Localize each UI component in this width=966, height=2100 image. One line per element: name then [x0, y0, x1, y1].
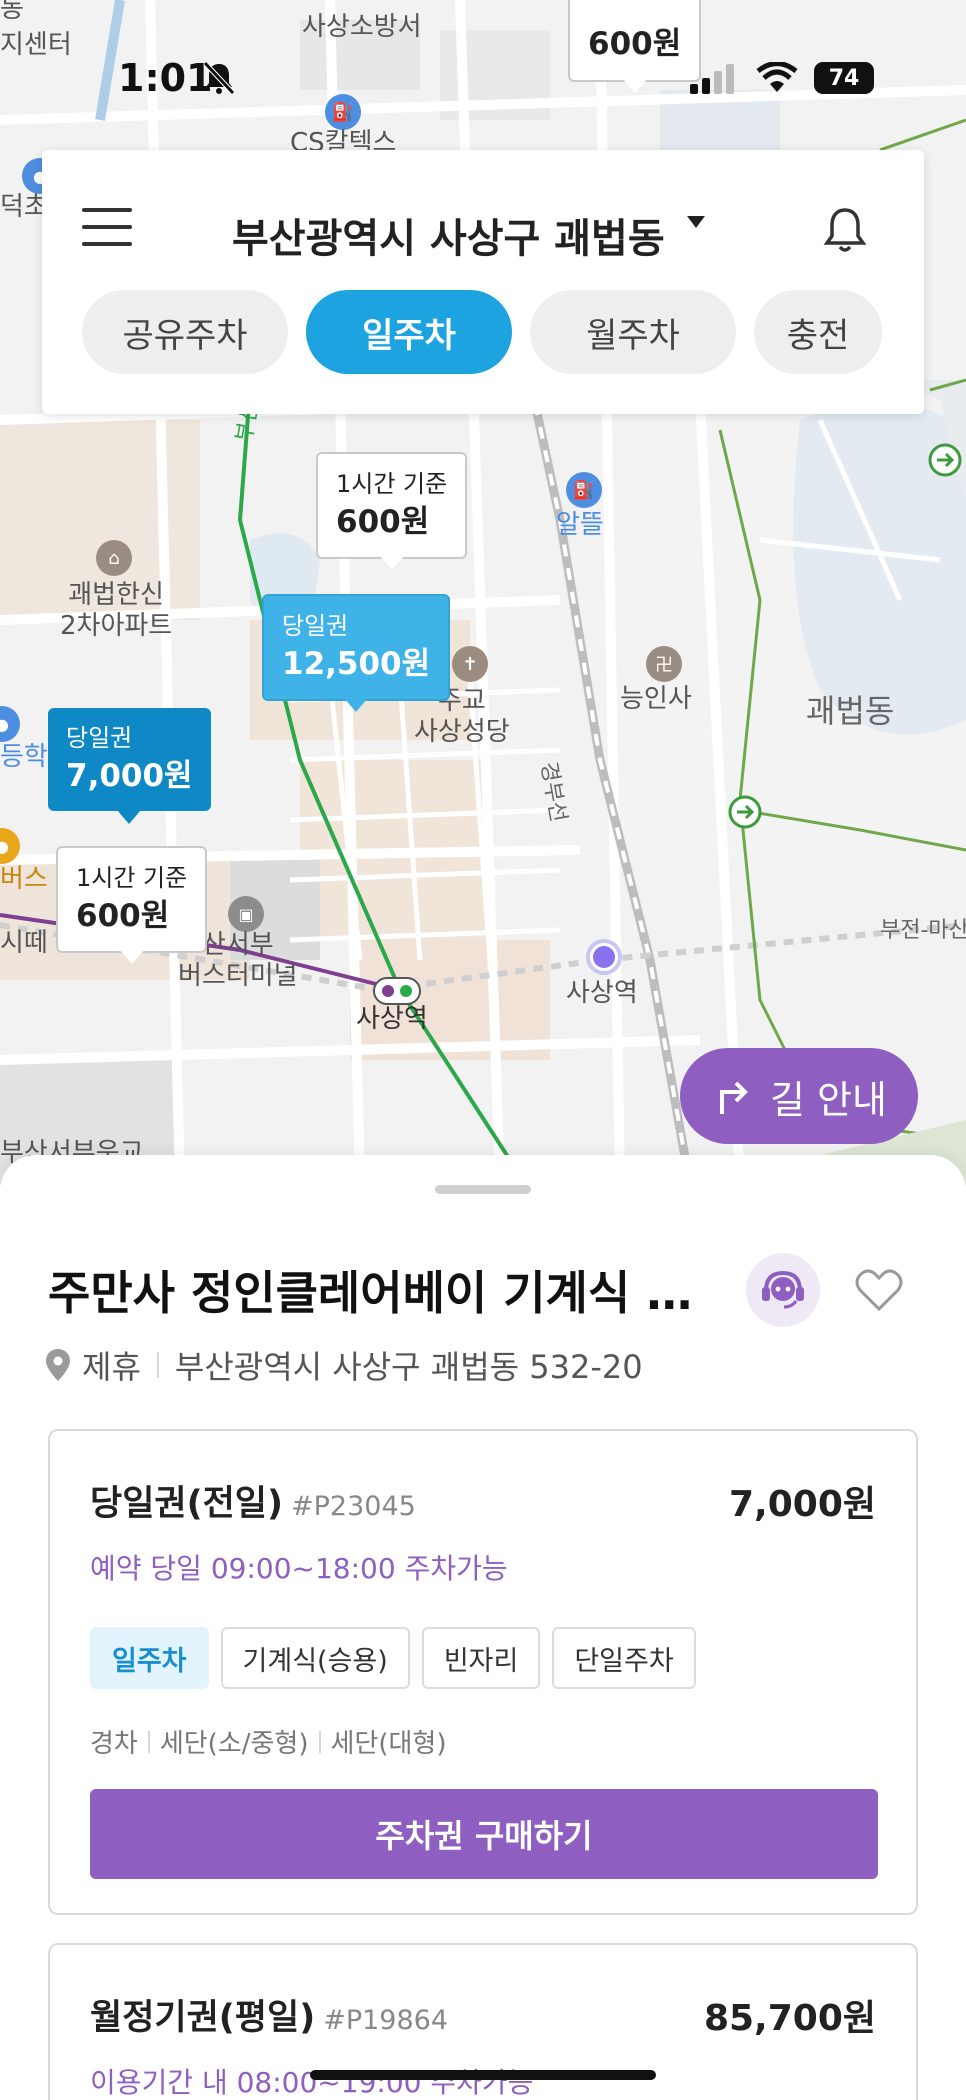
chevron-down-icon[interactable]: [687, 216, 705, 228]
map-label: 괘법한신 2차아파트: [60, 580, 173, 642]
cellular-signal-icon: [690, 64, 734, 94]
price-marker-label: 1시간 기준: [76, 864, 188, 892]
ticket-title: 당일권(전일): [90, 1484, 283, 1524]
map-view[interactable]: 동 지센터 사상소방서 ⛽ CS칼텍스 ● 덕초 부산2호선 ⌂ 괘법한신 2차…: [0, 0, 966, 1185]
lot-address: 부산광역시 사상구 괘법동 532-20: [174, 1348, 643, 1386]
map-label: 알뜰: [556, 510, 604, 540]
ticket-tag: 단일주차: [552, 1627, 696, 1689]
price-marker-price: 600원: [336, 503, 430, 540]
price-marker-price: 12,500원: [282, 645, 431, 682]
map-label: 괘법동: [806, 692, 895, 730]
header-card: 부산광역시 사상구 괘법동 공유주차 일주차 월주차 충전: [42, 150, 924, 414]
ticket-code: #P19864: [323, 2005, 448, 2036]
wifi-icon: [756, 62, 798, 92]
menu-button[interactable]: [82, 208, 138, 252]
car-type: 경차: [90, 1729, 138, 1759]
hamburger-icon: [82, 208, 132, 212]
battery-level: 74: [828, 65, 860, 91]
car-types: 경차 세단(소/중형) 세단(대형): [90, 1723, 446, 1760]
car-type: 세단(대형): [330, 1729, 447, 1759]
status-time: 1:01: [118, 56, 213, 100]
directions-label: 길 안내: [770, 1077, 887, 1122]
sheet-drag-handle[interactable]: [435, 1185, 531, 1194]
turn-right-arrow-icon: [720, 1081, 748, 1114]
bell-muted-icon: [203, 61, 235, 95]
map-label: 사상역: [356, 1004, 428, 1034]
ticket-price: 7,000원: [729, 1484, 876, 1525]
map-label: 동: [0, 0, 24, 24]
parking-lot-sheet: 주만사 정인클레어베이 기계식 주차장 제휴 부산광역시 사상구 괘법동 532…: [0, 1155, 966, 2100]
church-icon: ✝: [452, 646, 488, 682]
ticket-name: 월정기권(평일) #P19864: [90, 1989, 448, 2040]
temple-icon: 卍: [646, 646, 682, 682]
ticket-tag: 빈자리: [421, 1627, 541, 1689]
buy-ticket-button[interactable]: 주차권 구매하기: [90, 1789, 878, 1879]
map-label: 덕초: [0, 192, 48, 222]
price-marker-price: 600원: [76, 897, 170, 934]
price-marker-price: 7,000원: [66, 757, 193, 794]
price-marker[interactable]: 당일권 12,500원: [262, 594, 451, 713]
tab-monthly-parking[interactable]: 월주차: [530, 290, 736, 374]
lot-info-row: 제휴 부산광역시 사상구 괘법동 532-20: [46, 1343, 643, 1387]
parking-lot-name: 주만사 정인클레어베이 기계식 주차장: [48, 1266, 708, 1320]
price-marker-selected[interactable]: 당일권 7,000원: [48, 708, 211, 825]
car-type: 세단(소/중형): [159, 1729, 309, 1759]
map-label: 능인사: [620, 684, 692, 714]
bus-icon: ▣: [228, 896, 264, 932]
headset-icon: [762, 1270, 804, 1309]
map-label: 사상역: [566, 978, 638, 1008]
partner-label: 제휴: [82, 1348, 141, 1386]
map-label: 부전-마산: [880, 918, 966, 943]
ticket-code: #P23045: [291, 1491, 416, 1522]
tab-shared-parking[interactable]: 공유주차: [82, 290, 288, 374]
directions-button[interactable]: 길 안내: [680, 1048, 918, 1144]
map-label: 시떼: [0, 928, 48, 958]
location-title[interactable]: 부산광역시 사상구 괘법동: [232, 206, 665, 264]
notification-bell-icon[interactable]: [817, 202, 873, 258]
price-marker-label: 당일권: [66, 724, 133, 752]
ticket-card: 당일권(전일) #P23045 7,000원 예약 당일 09:00~18:00 …: [48, 1429, 918, 1915]
tab-charging[interactable]: 충전: [754, 290, 882, 374]
ticket-hours: 예약 당일 09:00~18:00 주차가능: [90, 1552, 508, 1585]
ticket-hours: 이용기간 내 08:00~19:00 주차가능: [90, 2066, 534, 2099]
ticket-title: 월정기권(평일): [90, 1998, 316, 2038]
price-marker-label: 1시간 기준: [336, 470, 448, 498]
divider: [156, 1352, 159, 1378]
ticket-name: 당일권(전일) #P23045: [90, 1475, 416, 1526]
map-label: 등학: [0, 742, 48, 772]
ticket-price: 85,700원: [703, 1998, 876, 2039]
heart-icon[interactable]: [852, 1263, 906, 1317]
price-marker[interactable]: 1시간 기준 600원: [56, 846, 208, 965]
customer-service-button[interactable]: [746, 1253, 820, 1327]
apartment-icon: ⌂: [96, 540, 132, 576]
price-marker-label: 당일권: [282, 612, 349, 640]
ticket-tag: 일주차: [90, 1627, 209, 1689]
ticket-tag: 기계식(승용): [220, 1627, 410, 1689]
ticket-tags: 일주차 기계식(승용) 빈자리 단일주차: [90, 1627, 708, 1689]
status-bar: 1:01 74: [0, 50, 966, 110]
location-pin-icon: [46, 1349, 70, 1381]
home-indicator[interactable]: [310, 2070, 656, 2080]
map-label: 버스: [0, 864, 48, 894]
gas-station-icon: ⛽: [566, 472, 602, 508]
tab-daily-parking[interactable]: 일주차: [306, 290, 512, 374]
price-marker[interactable]: 1시간 기준 600원: [316, 452, 468, 571]
map-label: 사상소방서: [302, 12, 422, 42]
battery-icon: 74: [814, 62, 874, 94]
